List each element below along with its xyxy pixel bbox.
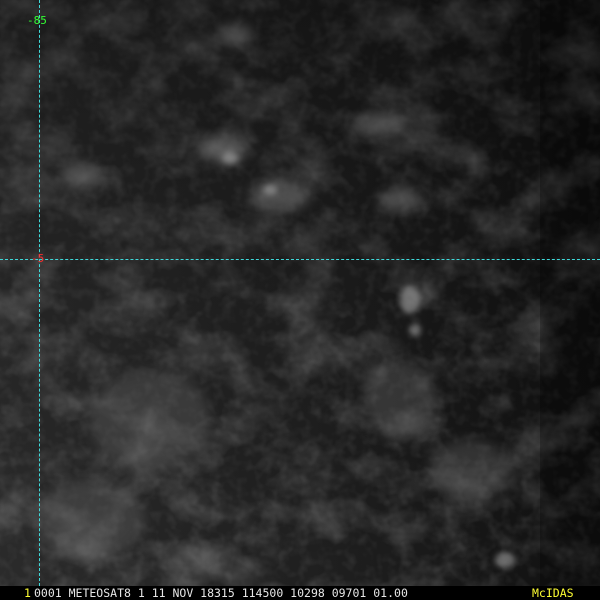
frame-number: 1: [24, 586, 31, 600]
image-metadata-text: 0001 METEOSAT8 1 11 NOV 18315 114500 102…: [34, 586, 408, 600]
satellite-image-frame: -85 -5 1 0001 METEOSAT8 1 11 NOV 18315 1…: [0, 0, 600, 600]
longitude-label: -85: [27, 14, 47, 27]
satellite-image: [0, 0, 600, 586]
latitude-label: -5: [31, 252, 45, 265]
status-bar: 1 0001 METEOSAT8 1 11 NOV 18315 114500 1…: [0, 586, 600, 600]
mcidas-logo-text: McIDAS: [532, 586, 574, 600]
